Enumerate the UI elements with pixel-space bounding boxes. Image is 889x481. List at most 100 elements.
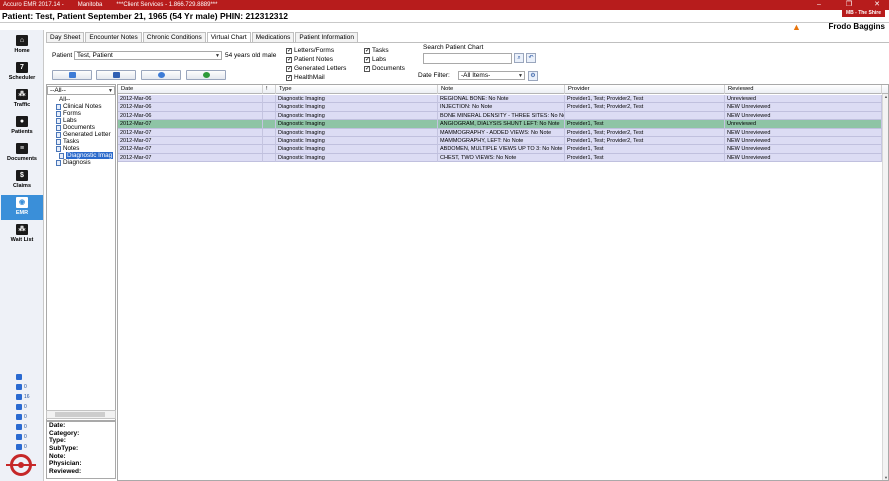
tree-node-clinical-notes[interactable]: Clinical Notes	[56, 103, 102, 110]
tree-horizontal-scrollbar[interactable]	[46, 410, 116, 419]
checkbox-documents[interactable]: ✓ Documents	[364, 64, 405, 73]
tree-node-diagnostic-imaging[interactable]: Diagnostic Imag	[59, 152, 114, 159]
checkbox-letters-forms[interactable]: ✓ Letters/Forms	[286, 46, 334, 55]
checkbox-tasks[interactable]: ✓ Tasks	[364, 46, 389, 55]
folder-icon	[56, 145, 61, 152]
table-cell: Diagnostic Imaging	[276, 103, 438, 112]
tree-node-diagnosis[interactable]: Diagnosis	[56, 159, 91, 166]
table-row[interactable]: 2012-Mar-06 Diagnostic Imaging BONE MINERA…	[118, 111, 882, 121]
nav-documents[interactable]: ≡ Documents	[1, 141, 43, 166]
checkbox-generated-letters[interactable]: ✓ Generated Letters	[286, 64, 346, 73]
search-input[interactable]	[423, 53, 512, 64]
checkbox-patient-notes[interactable]: ✓ Patient Notes	[286, 55, 333, 64]
checkbox-healthmail[interactable]: ✓ HealthMail	[286, 73, 325, 82]
tree-filter-select[interactable]: --All-- ▼	[47, 86, 115, 95]
table-cell: Unreviewed	[725, 95, 882, 103]
nav-claims[interactable]: $ Claims	[1, 168, 43, 193]
user-name[interactable]: Frodo Baggins	[829, 22, 885, 31]
date-filter-settings-icon[interactable]: ⚙	[528, 71, 538, 81]
search-icon[interactable]: ⌕	[514, 53, 524, 63]
person-icon: ●	[16, 116, 28, 127]
patient-select[interactable]: Test, Patient ▼	[74, 51, 222, 60]
folder-icon	[56, 138, 61, 145]
tab-virtual-chart[interactable]: Virtual Chart	[206, 32, 251, 42]
table-cell: Provider1, Test; Provider2, Test	[565, 95, 725, 103]
maximize-icon[interactable]: ❐	[839, 0, 859, 10]
table-cell: 2012-Mar-07	[118, 153, 263, 162]
detail-subtype-label: SubType:	[49, 445, 79, 453]
tree-node-forms[interactable]: Forms	[56, 110, 81, 117]
table-row[interactable]: 2012-Mar-06 Diagnostic Imaging INJECTION: …	[118, 103, 882, 112]
chevron-down-icon: ▼	[518, 73, 523, 79]
nav-wait-list[interactable]: ⁂ Wait List	[1, 222, 43, 247]
table-cell	[263, 120, 276, 129]
status-item[interactable]: 0	[16, 442, 36, 452]
tree-node-notes[interactable]: Notes	[56, 145, 79, 152]
minimize-icon[interactable]: –	[809, 0, 829, 10]
scroll-down-icon[interactable]: ▼	[883, 475, 889, 480]
nav-home[interactable]: ⌂ Home	[1, 33, 43, 58]
close-icon[interactable]: ✕	[867, 0, 887, 10]
checkbox-labs[interactable]: ✓ Labs	[364, 55, 386, 64]
status-item[interactable]: 16	[16, 392, 36, 402]
refresh-button[interactable]	[141, 70, 181, 80]
tree-node-generated-letter[interactable]: Generated Letter	[56, 131, 111, 138]
table-row[interactable]: 2012-Mar-06 Diagnostic Imaging REGIONAL BO…	[118, 95, 882, 104]
tree-node-documents[interactable]: Documents	[56, 124, 95, 131]
table-row[interactable]: 2012-Mar-07 Diagnostic Imaging ANGIOGRAM, …	[118, 120, 882, 129]
tab-patient-information[interactable]: Patient Information	[295, 32, 358, 42]
print-button[interactable]	[96, 70, 136, 80]
date-filter-select[interactable]: -All Items- ▼	[458, 71, 525, 80]
status-item[interactable]	[16, 372, 36, 382]
tree-node-labs[interactable]: Labs	[56, 117, 77, 124]
table-row[interactable]: 2012-Mar-07 Diagnostic Imaging MAMMOGRAPHY…	[118, 128, 882, 137]
table-cell: 2012-Mar-07	[118, 120, 263, 129]
nav-emr[interactable]: ◉ EMR	[1, 195, 43, 220]
table-cell: Diagnostic Imaging	[276, 137, 438, 145]
grid-vertical-scrollbar[interactable]: ▲ ▼	[882, 94, 888, 480]
table-cell: Diagnostic Imaging	[276, 128, 438, 137]
document-icon	[16, 414, 22, 420]
scrollbar-thumb[interactable]	[55, 412, 105, 417]
tree-node-tasks[interactable]: Tasks	[56, 138, 79, 145]
table-cell: NEW Unreviewed	[725, 128, 882, 137]
table-cell: Provider1, Test; Provider2, Test	[565, 128, 725, 137]
col-date[interactable]: Date	[118, 85, 263, 94]
scroll-up-icon[interactable]: ▲	[883, 94, 889, 99]
col-note[interactable]: Note	[438, 85, 565, 94]
chevron-down-icon: ▼	[215, 53, 220, 59]
tab-chronic-conditions[interactable]: Chronic Conditions	[142, 32, 206, 42]
nav-scheduler[interactable]: 7 Scheduler	[1, 60, 43, 85]
view-button[interactable]	[52, 70, 92, 80]
add-button[interactable]	[186, 70, 226, 80]
table-cell: 2012-Mar-06	[118, 95, 263, 103]
nav-traffic[interactable]: ⁂ Traffic	[1, 87, 43, 112]
warning-icon[interactable]: ▲	[792, 22, 801, 32]
tree-node-all[interactable]: All--	[59, 96, 70, 103]
table-row[interactable]: 2012-Mar-07 Diagnostic Imaging ABDOMEN, MU…	[118, 145, 882, 154]
tab-day-sheet[interactable]: Day Sheet	[46, 32, 85, 42]
tab-encounter-notes[interactable]: Encounter Notes	[85, 32, 142, 42]
folder-icon	[56, 131, 61, 138]
col-reviewed[interactable]: Reviewed	[725, 85, 882, 94]
col-flag[interactable]: !	[263, 85, 276, 94]
nav-patients[interactable]: ● Patients	[1, 114, 43, 139]
tab-medications[interactable]: Medications	[251, 32, 295, 42]
status-item[interactable]: 0	[16, 382, 36, 392]
folder-icon	[56, 110, 61, 117]
app-title: Accuro EMR 2017.14 -	[3, 2, 64, 8]
col-provider[interactable]: Provider	[565, 85, 725, 94]
status-item[interactable]: 0	[16, 432, 36, 442]
status-item[interactable]: 0	[16, 422, 36, 432]
table-row[interactable]: 2012-Mar-07 Diagnostic Imaging MAMMOGRAPHY…	[118, 137, 882, 146]
nav-patients-label: Patients	[11, 129, 33, 135]
table-cell	[263, 103, 276, 112]
table-cell: Unreviewed	[725, 120, 882, 129]
table-row[interactable]: 2012-Mar-07 Diagnostic Imaging CHEST, TWO …	[118, 153, 882, 163]
table-cell	[263, 111, 276, 120]
table-cell: NEW Unreviewed	[725, 153, 882, 162]
col-type[interactable]: Type	[276, 85, 438, 94]
status-item[interactable]: 0	[16, 402, 36, 412]
status-item[interactable]: 0	[16, 412, 36, 422]
clear-search-icon[interactable]: ↶	[526, 53, 536, 63]
